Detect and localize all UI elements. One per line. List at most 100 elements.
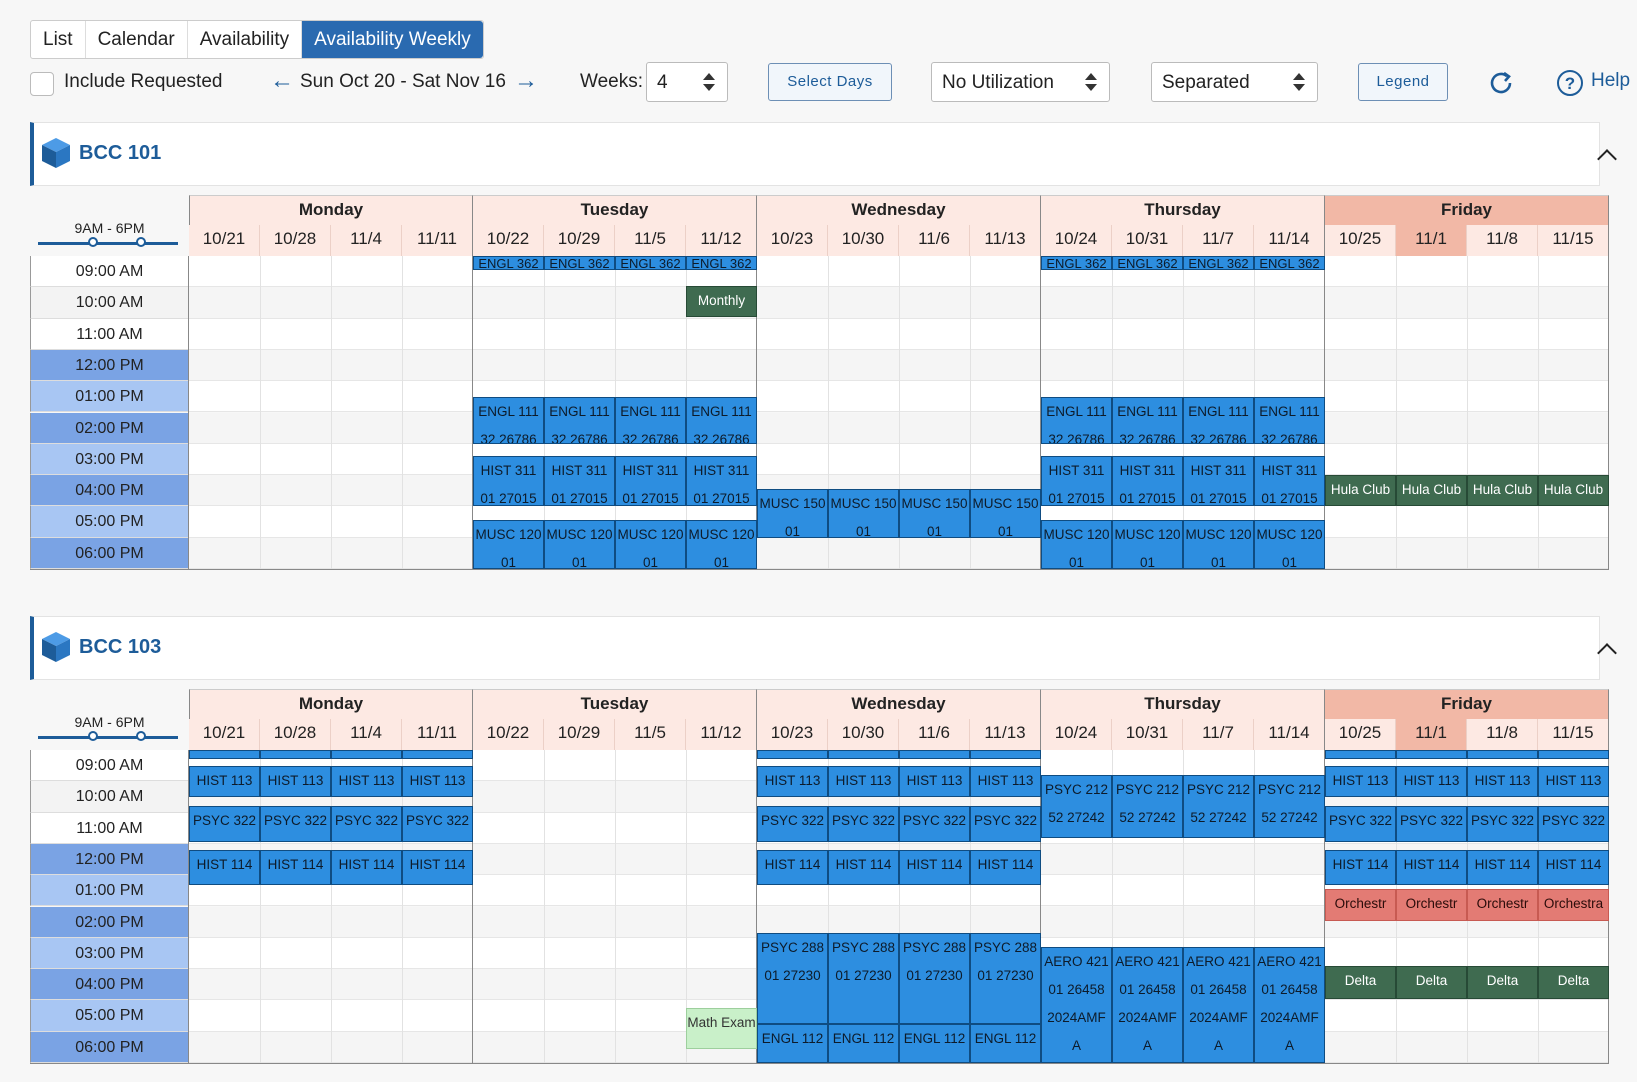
event-block[interactable]: HIST 113 [1396,765,1467,797]
event-block[interactable]: PSYC 212 52 27242 [1041,775,1112,838]
view-mode-select[interactable]: Separated [1151,62,1318,102]
event-block[interactable]: ENGL 111 32 26786 [1041,396,1112,444]
event-block[interactable]: PSYC 288 01 27230 [899,933,970,1024]
slider-end-handle[interactable] [136,731,146,741]
event-block[interactable]: HIST 113 [970,765,1041,797]
event-block[interactable]: ENGL 362 [615,256,686,271]
event-block[interactable]: MUSC 120 01 [1183,520,1254,569]
event-block[interactable] [1467,750,1538,760]
event-block[interactable] [899,750,970,760]
event-block[interactable]: HIST 114 [828,850,899,885]
event-block[interactable]: PSYC 322 [1325,806,1396,843]
event-block[interactable]: HIST 114 [260,850,331,885]
event-block[interactable]: HIST 113 [402,765,473,797]
event-block[interactable]: PSYC 322 [260,806,331,843]
event-block[interactable]: HIST 114 [189,850,260,885]
event-block[interactable]: ENGL 111 32 26786 [615,396,686,444]
event-block[interactable]: MUSC 150 01 [970,489,1041,538]
include-requested-checkbox[interactable] [30,72,54,96]
event-block[interactable]: Hula Club [1538,475,1609,507]
event-block[interactable]: HIST 114 [1467,850,1538,885]
event-block[interactable]: PSYC 322 [899,806,970,843]
event-block[interactable] [402,750,473,760]
event-block[interactable]: Monthly [686,285,757,318]
event-block[interactable]: HIST 113 [1325,765,1396,797]
event-block[interactable]: AERO 421 01 26458 2024AMF A [1254,947,1325,1063]
event-block[interactable]: PSYC 322 [828,806,899,843]
refresh-icon[interactable] [1486,68,1516,98]
event-block[interactable]: ENGL 362 [544,256,615,271]
event-block[interactable]: PSYC 288 01 27230 [828,933,899,1024]
event-block[interactable]: AERO 421 01 26458 2024AMF A [1112,947,1183,1063]
collapse-chevron-icon[interactable] [1597,643,1617,663]
event-block[interactable]: MUSC 120 01 [1254,520,1325,569]
event-block[interactable]: ENGL 111 32 26786 [544,396,615,444]
event-block[interactable] [260,750,331,760]
event-block[interactable]: PSYC 322 [1467,806,1538,843]
event-block[interactable]: ENGL 112 [899,1023,970,1063]
event-block[interactable]: HIST 114 [1325,850,1396,885]
event-block[interactable]: ENGL 111 32 26786 [686,396,757,444]
event-block[interactable] [1396,750,1467,760]
event-block[interactable]: ENGL 362 [473,256,544,271]
event-block[interactable]: HIST 114 [331,850,402,885]
slider-start-handle[interactable] [88,237,98,247]
event-block[interactable]: Orchestr [1467,889,1538,921]
event-block[interactable]: PSYC 288 01 27230 [970,933,1041,1024]
next-arrow-icon[interactable]: → [514,69,538,93]
collapse-chevron-icon[interactable] [1597,149,1617,169]
event-block[interactable]: HIST 113 [757,765,828,797]
utilization-select[interactable]: No Utilization [931,62,1110,102]
event-block[interactable]: HIST 114 [757,850,828,885]
slider-end-handle[interactable] [136,237,146,247]
event-block[interactable]: HIST 114 [899,850,970,885]
event-block[interactable]: ENGL 362 [1041,256,1112,271]
event-block[interactable]: PSYC 322 [970,806,1041,843]
event-block[interactable]: HIST 311 01 27015 [615,456,686,507]
event-block[interactable]: HIST 311 01 27015 [1041,456,1112,507]
event-block[interactable]: Orchestr [1325,889,1396,921]
event-block[interactable]: ENGL 112 [970,1023,1041,1063]
event-block[interactable] [970,750,1041,760]
event-block[interactable]: MUSC 150 01 [899,489,970,538]
event-block[interactable]: PSYC 322 [402,806,473,843]
event-block[interactable]: AERO 421 01 26458 2024AMF A [1183,947,1254,1063]
event-block[interactable]: HIST 114 [1538,850,1609,885]
event-block[interactable]: HIST 311 01 27015 [1183,456,1254,507]
event-block[interactable]: Delta [1396,965,1467,999]
event-block[interactable]: MUSC 120 01 [615,520,686,569]
event-block[interactable]: HIST 114 [402,850,473,885]
prev-arrow-icon[interactable]: ← [270,69,294,93]
event-block[interactable] [1538,750,1609,760]
event-block[interactable]: ENGL 362 [1254,256,1325,271]
event-block[interactable]: ENGL 362 [1112,256,1183,271]
event-block[interactable]: ENGL 111 32 26786 [473,396,544,444]
help-link[interactable]: Help [1591,70,1630,92]
tab-calendar[interactable]: Calendar [86,21,188,58]
event-block[interactable]: MUSC 120 01 [544,520,615,569]
event-block[interactable]: MUSC 150 01 [828,489,899,538]
time-range-slider[interactable] [38,736,178,739]
event-block[interactable]: Hula Club [1467,475,1538,507]
event-block[interactable]: HIST 113 [331,765,402,797]
event-block[interactable]: PSYC 322 [1538,806,1609,843]
event-block[interactable]: ENGL 362 [686,256,757,271]
event-block[interactable]: AERO 421 01 26458 2024AMF A [1041,947,1112,1063]
event-block[interactable]: HIST 311 01 27015 [473,456,544,507]
event-block[interactable]: PSYC 322 [331,806,402,843]
event-block[interactable]: Delta [1538,965,1609,999]
event-block[interactable]: HIST 113 [828,765,899,797]
event-block[interactable]: HIST 311 01 27015 [686,456,757,507]
event-block[interactable]: HIST 113 [899,765,970,797]
time-range-slider[interactable] [38,242,178,245]
select-days-button[interactable]: Select Days [768,63,892,101]
event-block[interactable]: MUSC 120 01 [686,520,757,569]
event-block[interactable]: ENGL 362 [1183,256,1254,271]
event-block[interactable] [828,750,899,760]
event-block[interactable]: Math Exam [686,1008,757,1049]
weeks-stepper[interactable]: 4 [646,62,728,102]
event-block[interactable] [757,750,828,760]
event-block[interactable]: HIST 113 [1467,765,1538,797]
event-block[interactable]: HIST 113 [260,765,331,797]
event-block[interactable]: HIST 114 [970,850,1041,885]
